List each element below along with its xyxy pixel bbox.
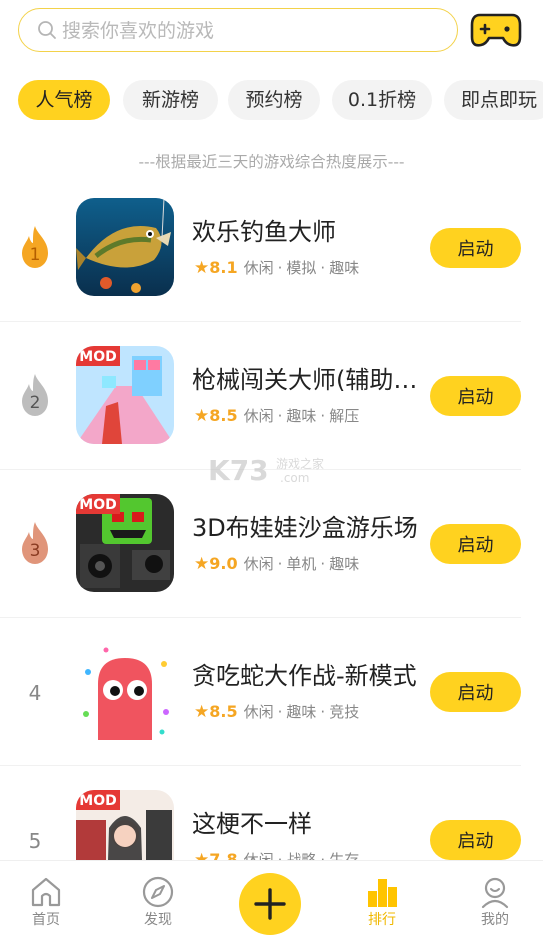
search-placeholder: 搜索你喜欢的游戏	[62, 20, 215, 42]
tab-reservation[interactable]: 预约榜	[228, 80, 320, 120]
nav-mine[interactable]: 我的	[465, 875, 525, 929]
star-icon: ★	[194, 702, 210, 722]
game-meta: ★8.5 休闲 · 趣味 · 竞技	[194, 702, 360, 722]
star-icon: ★	[194, 406, 210, 426]
game-tag: 趣味	[329, 555, 360, 573]
launch-button[interactable]: 启动	[430, 820, 521, 860]
launch-button[interactable]: 启动	[430, 672, 521, 712]
game-tag: 休闲	[243, 259, 274, 277]
game-icon-fishing[interactable]	[76, 198, 174, 296]
rank-silver-flame-icon: 2	[22, 374, 48, 416]
list-item[interactable]: 3 MOD 3D布娃娃沙盒游乐场 ★9.0 休闲 · 单机 · 趣味 启动	[0, 470, 543, 618]
game-tag: 休闲	[243, 703, 274, 721]
rank-number: 5	[28, 829, 42, 853]
rank-gold-flame-icon: 1	[22, 226, 48, 268]
watermark-logo: K73	[208, 454, 269, 487]
add-button[interactable]	[239, 873, 301, 935]
tab-new-games[interactable]: 新游榜	[123, 80, 218, 120]
launch-button[interactable]: 启动	[430, 376, 521, 416]
k73-watermark-logo: K73 游戏之家 .com	[208, 454, 324, 487]
game-icon-gun-runner[interactable]: MOD	[76, 346, 174, 444]
nav-ranking[interactable]: 排行	[352, 875, 412, 929]
star-icon: ★	[194, 258, 210, 278]
game-meta: ★8.1 休闲 · 模拟 · 趣味	[194, 258, 360, 278]
search-input[interactable]: 搜索你喜欢的游戏	[18, 8, 458, 52]
tab-instant-play[interactable]: 即点即玩	[444, 80, 543, 120]
watermark-text: 游戏之家	[276, 456, 324, 471]
nav-discover-label: 发现	[144, 912, 172, 928]
game-tag: 趣味	[329, 259, 360, 277]
nav-home-label: 首页	[32, 912, 60, 928]
game-score: 8.5	[209, 406, 238, 425]
rank-number: 3	[30, 541, 41, 561]
rank-number: 2	[30, 393, 41, 413]
svg-text:MOD: MOD	[79, 793, 116, 809]
game-title[interactable]: 这梗不一样	[192, 804, 418, 839]
game-icon-snake[interactable]	[76, 642, 174, 740]
svg-text:MOD: MOD	[79, 497, 116, 513]
launch-button[interactable]: 启动	[430, 228, 521, 268]
nav-ranking-label: 排行	[368, 912, 396, 928]
nav-home[interactable]: 首页	[16, 875, 76, 929]
search-icon	[38, 21, 56, 39]
game-tag: 趣味	[286, 703, 317, 721]
game-meta: ★8.5 休闲 · 趣味 · 解压	[194, 406, 360, 426]
rank-number: 1	[30, 245, 41, 265]
plus-icon	[254, 888, 286, 920]
list-item[interactable]: 4 贪吃蛇大作战-新模式 ★8.5 休闲 · 趣味 · 竞技 启动	[0, 618, 543, 766]
watermark-domain: .com	[280, 471, 309, 485]
game-title[interactable]: 贪吃蛇大作战-新模式	[192, 656, 418, 691]
launch-button[interactable]: 启动	[430, 524, 521, 564]
game-title[interactable]: 3D布娃娃沙盒游乐场	[192, 508, 418, 543]
game-tag: 模拟	[286, 259, 317, 277]
game-tag: 竞技	[329, 703, 360, 721]
game-title[interactable]: 枪械闯关大师(辅助菜单)	[192, 360, 418, 395]
nav-discover[interactable]: 发现	[128, 875, 188, 929]
ranking-subtitle: ---根据最近三天的游戏综合热度展示---	[138, 153, 405, 171]
bottom-nav: 首页 发现 排行 我的	[0, 860, 543, 937]
star-icon: ★	[194, 554, 210, 574]
home-icon	[31, 877, 61, 907]
game-tag: 休闲	[243, 555, 274, 573]
game-tag: 趣味	[286, 407, 317, 425]
game-score: 8.5	[209, 702, 238, 721]
tab-popular[interactable]: 人气榜	[18, 80, 110, 120]
rank-bronze-flame-icon: 3	[22, 522, 48, 564]
game-tag: 解压	[329, 407, 360, 425]
list-item[interactable]: 1 欢乐钓鱼大师 ★8.1 休闲 · 模拟 · 趣味 启动	[0, 174, 543, 322]
nav-mine-label: 我的	[481, 912, 509, 928]
game-score: 8.1	[209, 258, 238, 277]
tab-discount[interactable]: 0.1折榜	[332, 80, 432, 120]
compass-icon	[142, 876, 174, 908]
profile-icon	[481, 877, 509, 909]
game-tag: 单机	[286, 555, 317, 573]
svg-text:MOD: MOD	[79, 349, 116, 365]
game-tag: 休闲	[243, 407, 274, 425]
ranking-icon	[368, 879, 397, 907]
game-icon-ragdoll-sandbox[interactable]: MOD	[76, 494, 174, 592]
list-item[interactable]: 2 MOD 枪械闯关大师(辅助菜单) ★8.5休闲·趣味·解压 启动	[0, 322, 543, 470]
game-title[interactable]: 欢乐钓鱼大师	[192, 212, 418, 247]
game-score: 9.0	[209, 554, 238, 573]
gamepad-icon[interactable]	[470, 11, 522, 49]
rank-number: 4	[28, 681, 42, 705]
game-meta: ★9.0 休闲 · 单机 · 趣味	[194, 554, 360, 574]
